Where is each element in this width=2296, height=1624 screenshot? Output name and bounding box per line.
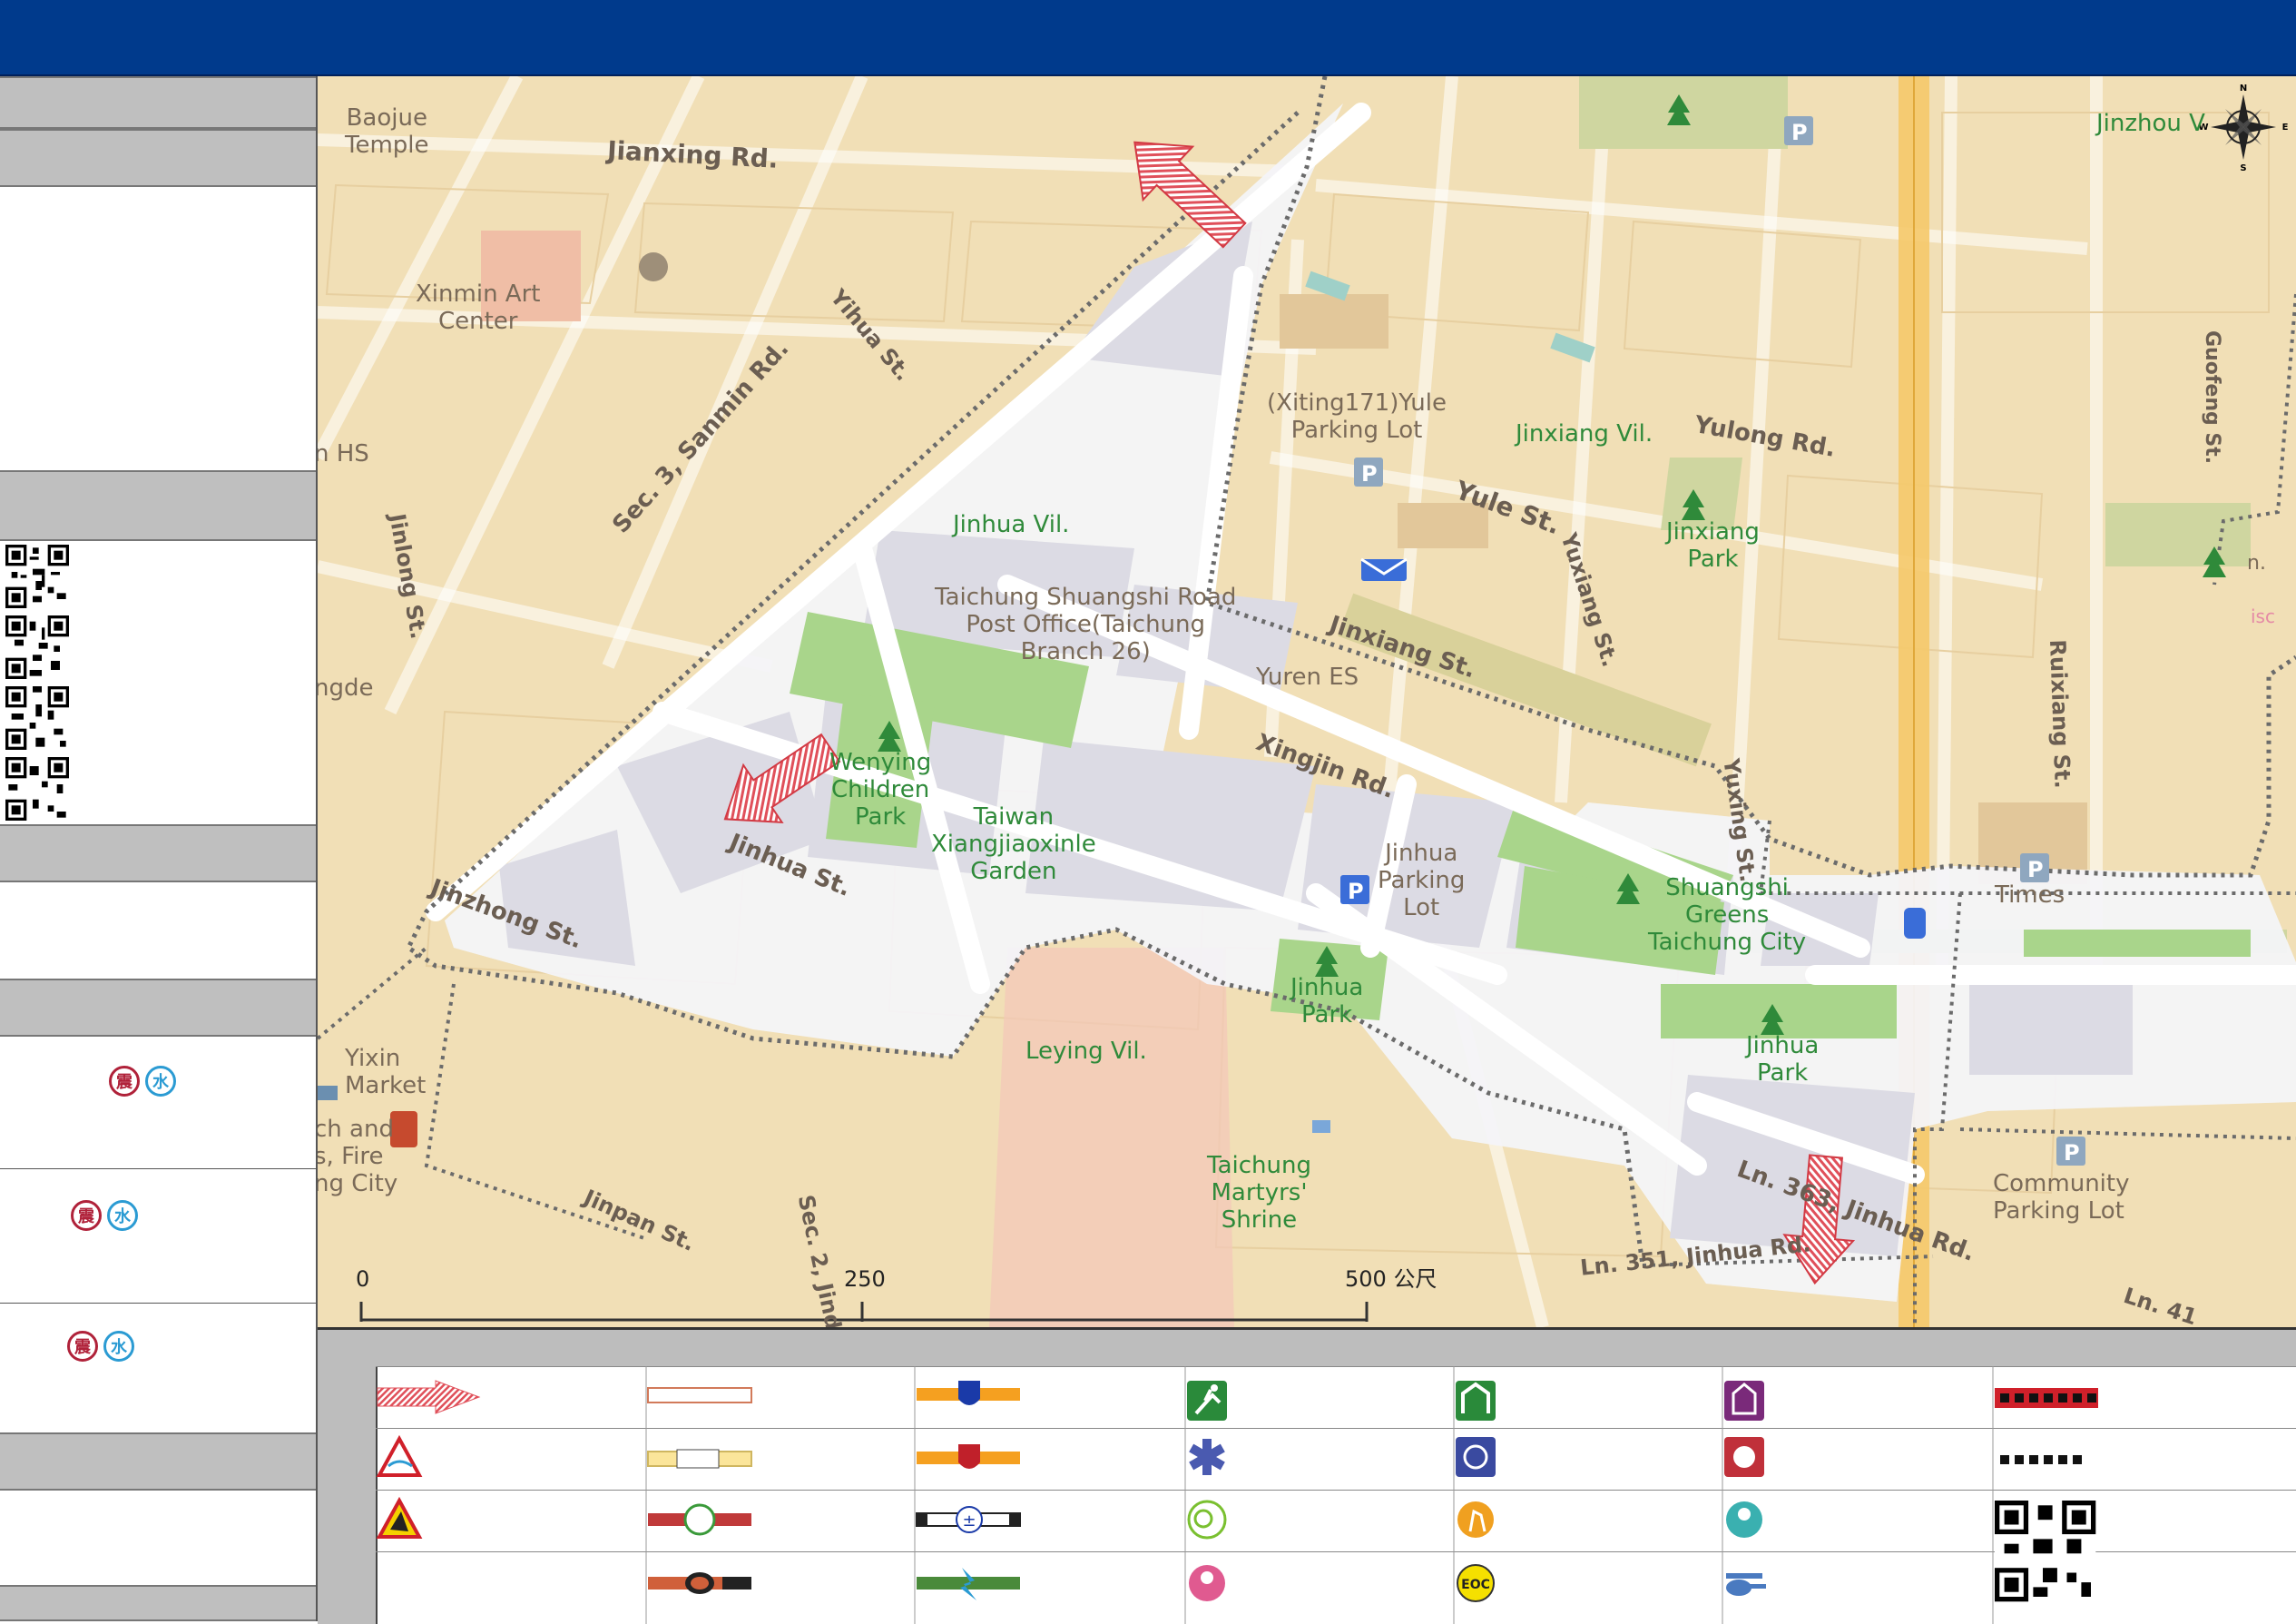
place-label: Wenying Children Park: [829, 749, 932, 831]
sidebar-header-6: [0, 1432, 316, 1491]
shelter-item-2[interactable]: 震 水: [0, 1169, 316, 1304]
flood-icon: 水: [145, 1066, 176, 1097]
shelter-item-1[interactable]: 震 水: [0, 1037, 316, 1169]
legend-road-outline: [647, 1387, 752, 1403]
svg-text:P: P: [1791, 120, 1808, 145]
map-base: P P P P P: [318, 76, 2296, 1327]
svg-text:P: P: [1361, 461, 1378, 487]
place-label: Jinzhou V: [2096, 110, 2205, 137]
place-label: ch and s, Fire ng City: [318, 1116, 398, 1197]
place-label: (Xiting171)Yule Parking Lot: [1267, 389, 1447, 444]
place-label: Jinxiang Vil.: [1516, 420, 1653, 448]
highway-shield-icon: [1904, 908, 1926, 939]
sidebar: 震 水 震 水 震 水: [0, 76, 318, 1621]
legend-flood-warning-icon: [376, 1434, 423, 1477]
legend-national-highway-shield: [958, 1381, 980, 1405]
legend-elderly-icon: [1457, 1501, 1494, 1538]
place-label: isc: [2251, 605, 2275, 627]
place-label: Jinxiang Park: [1666, 518, 1760, 573]
place-label: Taichung Shuangshi Road Post Office(Taic…: [935, 584, 1237, 665]
legend-qr-code: [1995, 1501, 2096, 1602]
legend-ambulance-icon: [1189, 1439, 1225, 1475]
place-label: Taichung Martyrs' Shrine: [1207, 1152, 1311, 1234]
place-label: Yixin Market: [345, 1045, 427, 1099]
legend-panel: ± EOC: [318, 1327, 2296, 1624]
earthquake-icon: 震: [67, 1331, 98, 1362]
place-label: n HS: [318, 440, 369, 468]
shelter-item-3[interactable]: 震 水: [0, 1304, 316, 1432]
sidebar-header-shelters: [0, 979, 316, 1037]
legend-police-icon: [1456, 1437, 1496, 1477]
flood-icon: 水: [103, 1331, 134, 1362]
svg-text:±: ±: [962, 1511, 976, 1530]
compass-icon: N S E W: [2198, 84, 2289, 172]
svg-text:E: E: [2282, 123, 2289, 133]
flood-icon: 水: [107, 1200, 138, 1231]
svg-text:P: P: [2064, 1140, 2080, 1166]
sidebar-header-1: [0, 76, 316, 129]
title-bar: [0, 0, 2296, 77]
place-label: Jinhua Park: [1290, 974, 1364, 1029]
qr-code-1[interactable]: [5, 545, 69, 608]
sidebar-info-panel: [0, 187, 316, 470]
place-label: Jinhua Park: [1746, 1032, 1820, 1087]
place-label: ngde: [318, 674, 374, 702]
svg-text:N: N: [2240, 84, 2247, 94]
place-label: Baojue Temple: [345, 104, 429, 159]
place-label: Taiwan Xiangjiaoxinle Garden: [931, 803, 1096, 885]
art-center-icon: [639, 252, 668, 281]
place-label: Shuangshi Greens Taichung City: [1648, 874, 1807, 956]
svg-text:S: S: [2240, 163, 2246, 172]
svg-text:EOC: EOC: [1461, 1578, 1490, 1592]
legend-evacuation-arrow: [377, 1380, 481, 1414]
qr-code-2[interactable]: [5, 615, 69, 679]
sidebar-panel-4: [0, 882, 316, 979]
qr-code-4[interactable]: [5, 757, 69, 821]
scale-tick-250: 250: [844, 1266, 886, 1292]
place-label: Leying Vil.: [1025, 1038, 1147, 1065]
legend-provincial-highway-shield: [958, 1444, 980, 1469]
place-label: Times: [1995, 881, 2065, 909]
place-label: Jinhua Vil.: [953, 511, 1070, 538]
sidebar-header-qr: [0, 470, 316, 541]
sidebar-header-2: [0, 129, 316, 187]
road-label: Ruixiang St.: [2045, 638, 2075, 790]
scale-tick-500: 500 公尺: [1345, 1266, 1437, 1292]
svg-text:P: P: [2027, 857, 2044, 882]
sidebar-header-4: [0, 824, 316, 882]
qr-code-3[interactable]: [5, 686, 69, 750]
road-label: Guofeng St.: [2201, 330, 2223, 465]
sidebar-qr-panel: [0, 541, 316, 824]
sidebar-panel-6: [0, 1491, 316, 1585]
legend-helicopter-icon: [1726, 1573, 1766, 1596]
place-label: Jinhua Parking Lot: [1378, 840, 1466, 921]
legend-symbols: ± EOC: [376, 1366, 2098, 1624]
sidebar-header-7: [0, 1585, 316, 1621]
scale-tick-0: 0: [356, 1266, 370, 1292]
earthquake-icon: 震: [109, 1066, 140, 1097]
earthquake-icon: 震: [71, 1200, 102, 1231]
map-view[interactable]: PPPPP N S E W Jianxing Rd. Yihua St. Sec. …: [318, 76, 2296, 1327]
place-label: Community Parking Lot: [1993, 1170, 2130, 1225]
place-label: n.: [2247, 552, 2266, 575]
place-label: Xinmin Art Center: [416, 281, 541, 335]
svg-text:P: P: [1348, 879, 1364, 904]
place-label: Yuren ES: [1256, 664, 1359, 691]
